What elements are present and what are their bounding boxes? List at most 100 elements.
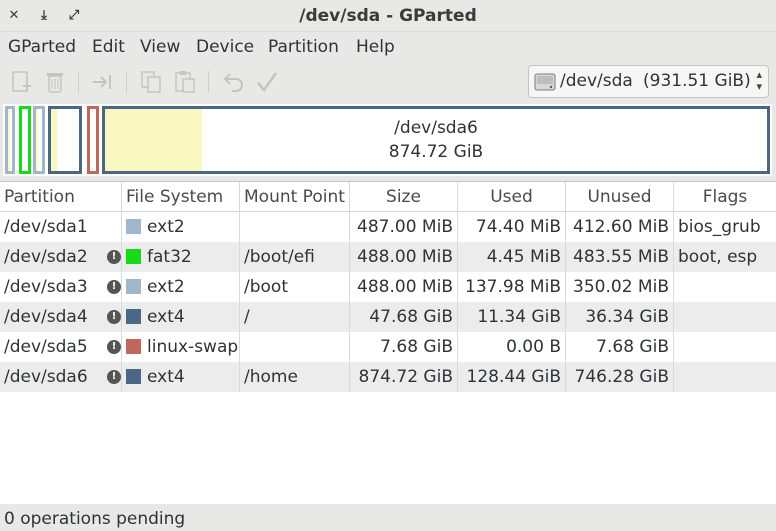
filesystem-label: ext2 [147,277,185,297]
cell-used: 0.00 B [458,332,566,362]
cell-size: 47.68 GiB [350,302,458,332]
table-row[interactable]: /dev/sda4! ext4 / 47.68 GiB 11.34 GiB 36.34 G… [0,302,776,332]
menu-edit[interactable]: Edit [92,37,125,57]
filesystem-color-swatch [126,309,141,324]
column-header-flags[interactable]: Flags [674,182,776,212]
filesystem-label: ext4 [147,307,185,327]
column-header-used[interactable]: Used [458,182,566,212]
paste-icon[interactable] [172,69,198,95]
partition-value: /dev/sda2 [4,247,88,267]
filesystem-label: ext2 [147,217,185,237]
table-row[interactable]: /dev/sda5! linux-swap 7.68 GiB 0.00 B 7.68 G… [0,332,776,362]
menu-gparted[interactable]: GParted [8,37,76,57]
device-select[interactable]: /dev/sda (931.51 GiB) ▴ ▾ [528,65,769,98]
partition-value: /dev/sda5 [4,337,88,357]
column-header-partition[interactable]: Partition [0,182,122,212]
cell-flags [674,362,776,392]
cell-size: 487.00 MiB [350,212,458,242]
cell-fs: fat32 [122,242,240,272]
used-value: 4.45 MiB [486,247,561,267]
size-value: 874.72 GiB [358,367,453,387]
menu-bar: GParted Edit View Device Partition Help [0,33,776,63]
menu-help[interactable]: Help [356,37,395,57]
menu-partition[interactable]: Partition [268,37,339,57]
status-text: 0 operations pending [4,509,186,529]
cell-mount [240,332,350,362]
copy-icon[interactable] [138,69,164,95]
spin-arrows-icon: ▴ ▾ [756,68,762,93]
cell-size: 488.00 MiB [350,272,458,302]
column-header-size[interactable]: Size [350,182,458,212]
diskmap-partition-sda1[interactable] [5,106,15,174]
diskmap-partition-sda4[interactable] [48,106,82,174]
cell-unused: 483.55 MiB [566,242,674,272]
filesystem-color-swatch [126,369,141,384]
menu-device[interactable]: Device [196,37,254,57]
delete-icon[interactable] [42,69,68,95]
table-row[interactable]: /dev/sda1 ext2 487.00 MiB 74.40 MiB 412.60 M… [0,212,776,242]
mount-value: / [244,307,250,327]
column-header-mountpoint[interactable]: Mount Point [240,182,350,212]
size-value: 487.00 MiB [357,217,453,237]
cell-unused: 7.68 GiB [566,332,674,362]
apply-icon[interactable] [254,69,280,95]
table-row[interactable]: /dev/sda2! fat32/boot/efi 488.00 MiB 4.45 M… [0,242,776,272]
undo-icon[interactable] [220,69,246,95]
harddisk-icon [534,71,556,93]
cell-mount: /boot [240,272,350,302]
diskmap-partition-sda3[interactable] [33,106,45,174]
size-value: 488.00 MiB [357,247,453,267]
table-row[interactable]: /dev/sda3! ext2/boot 488.00 MiB 137.98 MiB 3… [0,272,776,302]
column-header-filesystem[interactable]: File System [122,182,240,212]
diskmap-partition-sda5[interactable] [87,106,99,174]
used-value: 11.34 GiB [477,307,561,327]
table-row[interactable]: /dev/sda6! ext4/home 874.72 GiB 128.44 GiB 7… [0,362,776,392]
cell-flags [674,272,776,302]
table-header: Partition File System Mount Point Size U… [0,182,776,212]
mounted-lock-icon: ! [107,310,121,324]
partition-value: /dev/sda3 [4,277,88,297]
device-name: /dev/sda [560,71,633,91]
resize-move-icon[interactable] [90,69,116,95]
used-value: 74.40 MiB [475,217,561,237]
cell-used: 4.45 MiB [458,242,566,272]
cell-mount: /boot/efi [240,242,350,272]
cell-fs: linux-swap [122,332,240,362]
filesystem-color-swatch [126,279,141,294]
cell-unused: 36.34 GiB [566,302,674,332]
cell-fs: ext2 [122,212,240,242]
cell-flags: bios_grub [674,212,776,242]
column-header-unused[interactable]: Unused [566,182,674,212]
mounted-lock-icon: ! [107,280,121,294]
diskmap-partition-sda6[interactable]: /dev/sda6 874.72 GiB [102,106,770,174]
window-title: /dev/sda - GParted [299,6,477,26]
diskmap-partition-sda2[interactable] [19,106,31,174]
cell-unused: 412.60 MiB [566,212,674,242]
cell-size: 488.00 MiB [350,242,458,272]
partition-value: /dev/sda6 [4,367,88,387]
unused-value: 483.55 MiB [573,247,669,267]
title-bar: ✕ ⤓ ⤢ /dev/sda - GParted [0,0,776,32]
cell-used: 74.40 MiB [458,212,566,242]
flags-value: bios_grub [678,217,761,237]
partition-table: Partition File System Mount Point Size U… [0,181,776,504]
mounted-lock-icon: ! [107,250,121,264]
flags-value: boot, esp [678,247,758,267]
cell-used: 128.44 GiB [458,362,566,392]
cell-partition: /dev/sda5! [0,332,122,362]
cell-size: 874.72 GiB [350,362,458,392]
menu-view[interactable]: View [140,37,180,57]
partition-value: /dev/sda1 [4,217,88,237]
cell-unused: 746.28 GiB [566,362,674,392]
unused-value: 7.68 GiB [596,337,669,357]
new-icon[interactable] [8,69,34,95]
filesystem-label: fat32 [147,247,192,267]
status-bar: 0 operations pending [0,505,776,531]
cell-used: 11.34 GiB [458,302,566,332]
partition-value: /dev/sda4 [4,307,88,327]
mount-value: /boot [244,277,288,297]
cell-mount: /home [240,362,350,392]
cell-flags [674,302,776,332]
used-value: 0.00 B [506,337,561,357]
size-value: 488.00 MiB [357,277,453,297]
